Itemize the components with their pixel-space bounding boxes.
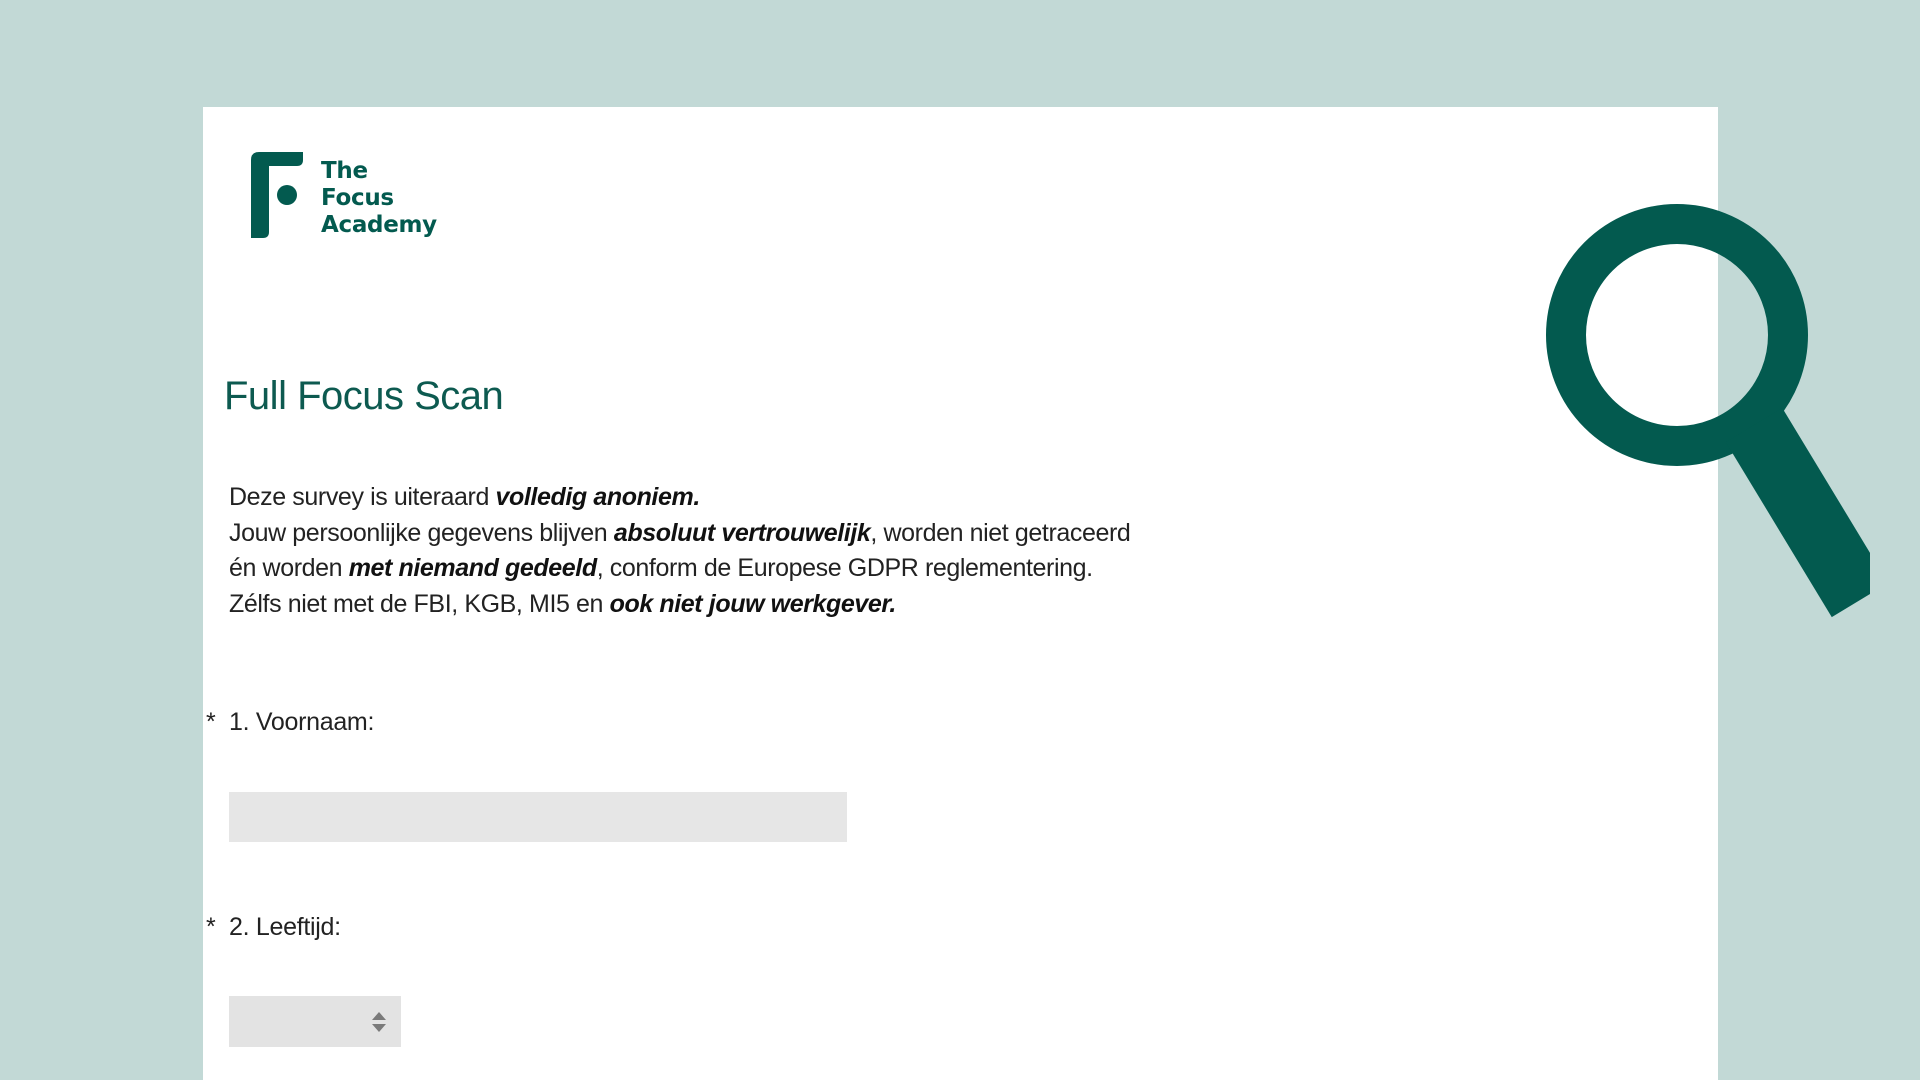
brand-name-line-3: Academy (321, 212, 437, 238)
intro-line-4-text: Zélfs niet met de FBI, KGB, MI5 en (229, 589, 610, 618)
intro-line-4-emphasis: ook niet jouw werkgever. (609, 589, 897, 618)
brand-logo[interactable]: The Focus Academy (251, 152, 451, 242)
voornaam-input[interactable] (229, 792, 847, 842)
intro-line-1-emphasis: volledig anoniem. (495, 483, 701, 511)
intro-line-2-text-a: Jouw persoonlijke gegevens blijven (229, 518, 614, 547)
intro-line-3-emphasis: met niemand gedeeld (348, 554, 597, 582)
intro-line-3: én worden met niemand gedeeld, conform d… (229, 551, 1189, 587)
intro-line-3-text-a: én worden (229, 554, 349, 582)
question-leeftijd-label: * 2. Leeftijd: (206, 913, 341, 942)
select-updown-icon (372, 1012, 386, 1032)
required-marker: * (206, 708, 216, 736)
intro-line-2-text-b: , worden niet getraceerd (870, 518, 1131, 547)
question-label: 2. Leeftijd: (229, 913, 341, 941)
leeftijd-select[interactable] (229, 996, 401, 1047)
question-label: 1. Voornaam: (229, 708, 375, 736)
focus-academy-logo-icon (251, 152, 303, 238)
intro-line-1: Deze survey is uiteraard volledig anonie… (229, 480, 1189, 516)
intro-line-2: Jouw persoonlijke gegevens blijven absol… (229, 516, 1189, 552)
brand-name-line-2: Focus (321, 185, 394, 211)
intro-line-4: Zélfs niet met de FBI, KGB, MI5 en ook n… (229, 587, 1189, 623)
intro-line-1-text: Deze survey is uiteraard (229, 483, 496, 511)
intro-line-3-text-b: , conform de Europese GDPR reglementerin… (596, 554, 1093, 582)
brand-name: The Focus Academy (321, 158, 437, 239)
stage: The Focus Academy Full Focus Scan Deze s… (0, 0, 1920, 1080)
required-marker: * (206, 913, 216, 941)
magnifying-glass-icon (1546, 204, 1870, 618)
page-title: Full Focus Scan (224, 374, 504, 418)
intro-line-2-emphasis: absoluut vertrouwelijk (613, 518, 871, 547)
brand-name-line-1: The (321, 158, 368, 184)
question-voornaam-label: * 1. Voornaam: (206, 708, 374, 737)
intro-text: Deze survey is uiteraard volledig anonie… (229, 480, 1189, 622)
